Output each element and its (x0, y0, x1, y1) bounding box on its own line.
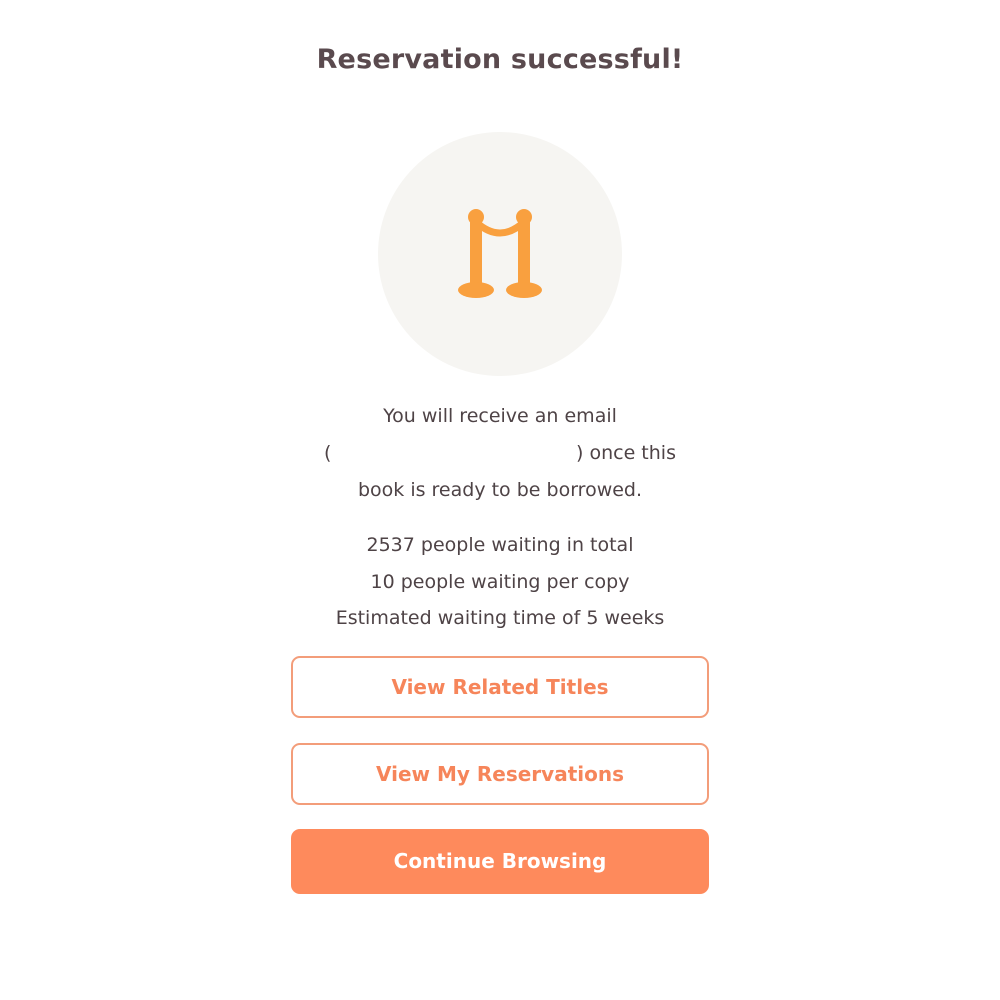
total-waiting-text: 2537 people waiting in total (366, 534, 634, 556)
view-related-titles-button[interactable]: View Related Titles (291, 656, 709, 718)
email-paren-open: ( (324, 442, 332, 464)
message-line-3: book is ready to be borrowed. (357, 479, 643, 501)
reservation-illustration (378, 132, 622, 376)
continue-browsing-button[interactable]: Continue Browsing (291, 829, 709, 894)
waitlist-stats: 2537 people waiting in total 10 people w… (250, 527, 750, 637)
message-line-2: ( ) once this (250, 435, 750, 472)
per-copy-waiting-text: 10 people waiting per copy (370, 570, 630, 593)
view-my-reservations-button[interactable]: View My Reservations (291, 743, 709, 805)
email-paren-close: ) once this (576, 442, 676, 464)
estimated-wait-text: Estimated waiting time of 5 weeks (335, 607, 665, 629)
confirmation-message: You will receive an email ( ) once this … (250, 398, 750, 509)
message-line-1: You will receive an email (383, 405, 617, 427)
user-email (338, 435, 578, 472)
queue-stanchion-icon (458, 209, 542, 298)
page-title: Reservation successful! (316, 44, 684, 75)
